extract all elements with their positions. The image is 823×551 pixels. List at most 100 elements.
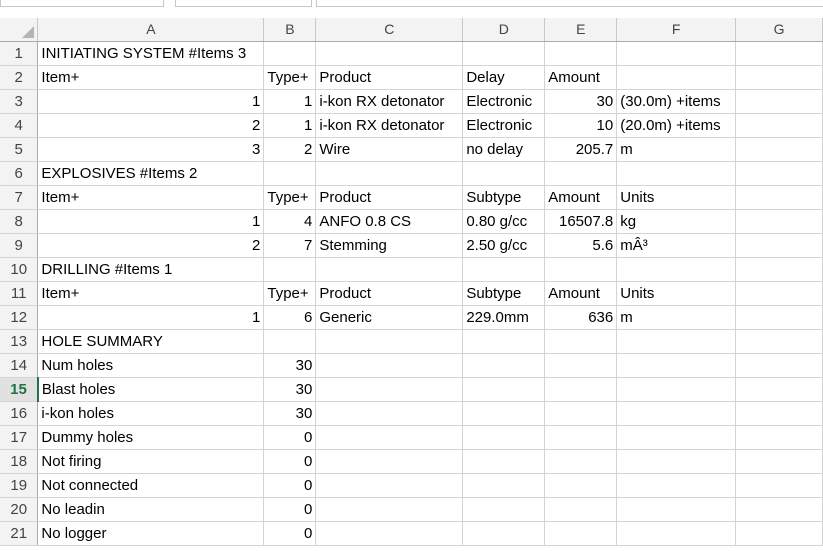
row-header-18[interactable]: 18 xyxy=(0,449,39,474)
cell-e15[interactable] xyxy=(544,377,618,402)
spreadsheet-grid[interactable]: A B C D E F G 1 INITIATING SYSTEM #Items 3 2 Item+… xyxy=(0,18,823,546)
cell-a1[interactable]: INITIATING SYSTEM #Items 3 xyxy=(37,41,265,66)
cell-f19[interactable] xyxy=(616,473,737,498)
cell-g9[interactable] xyxy=(735,233,823,258)
formula-bar-stub[interactable] xyxy=(316,0,823,7)
cell-d20[interactable] xyxy=(462,497,546,522)
cell-e14[interactable] xyxy=(544,353,618,378)
cell-g6[interactable] xyxy=(735,161,823,186)
cell-f7[interactable]: Units xyxy=(616,185,737,210)
cell-g5[interactable] xyxy=(735,137,823,162)
cell-d17[interactable] xyxy=(462,425,546,450)
row-header-10[interactable]: 10 xyxy=(0,257,39,282)
cell-e8[interactable]: 16507.8 xyxy=(544,209,618,234)
cell-d1[interactable] xyxy=(462,41,546,66)
cell-f3[interactable]: (30.0m) +items xyxy=(616,89,737,114)
cell-d10[interactable] xyxy=(462,257,546,282)
cell-b5[interactable]: 2 xyxy=(263,137,317,162)
cell-c18[interactable] xyxy=(315,449,464,474)
cell-f21[interactable] xyxy=(616,521,737,546)
cell-e19[interactable] xyxy=(544,473,618,498)
cell-f13[interactable] xyxy=(616,329,737,354)
cell-f14[interactable] xyxy=(616,353,737,378)
cell-g3[interactable] xyxy=(735,89,823,114)
cell-e13[interactable] xyxy=(544,329,618,354)
cell-g10[interactable] xyxy=(735,257,823,282)
cell-g1[interactable] xyxy=(735,41,823,66)
row-header-15[interactable]: 15 xyxy=(0,377,39,402)
row-header-14[interactable]: 14 xyxy=(0,353,39,378)
cell-g13[interactable] xyxy=(735,329,823,354)
cell-b19[interactable]: 0 xyxy=(263,473,317,498)
cell-g15[interactable] xyxy=(735,377,823,402)
row-header-17[interactable]: 17 xyxy=(0,425,39,450)
cell-f15[interactable] xyxy=(616,377,737,402)
cell-a21[interactable]: No logger xyxy=(37,521,265,546)
cell-c17[interactable] xyxy=(315,425,464,450)
cell-b15[interactable]: 30 xyxy=(263,377,317,402)
column-header-e[interactable]: E xyxy=(544,18,618,42)
row-header-5[interactable]: 5 xyxy=(0,137,39,162)
column-header-a[interactable]: A xyxy=(37,18,265,42)
cell-a15[interactable]: Blast holes xyxy=(37,377,265,402)
cell-d21[interactable] xyxy=(462,521,546,546)
cell-c12[interactable]: Generic xyxy=(315,305,464,330)
row-header-13[interactable]: 13 xyxy=(0,329,39,354)
cell-a17[interactable]: Dummy holes xyxy=(37,425,265,450)
cell-c9[interactable]: Stemming xyxy=(315,233,464,258)
cell-g7[interactable] xyxy=(735,185,823,210)
row-header-2[interactable]: 2 xyxy=(0,65,39,90)
cell-c4[interactable]: i-kon RX detonator xyxy=(315,113,464,138)
cell-f16[interactable] xyxy=(616,401,737,426)
cell-a7[interactable]: Item+ xyxy=(37,185,265,210)
cell-b21[interactable]: 0 xyxy=(263,521,317,546)
cell-c20[interactable] xyxy=(315,497,464,522)
cell-c3[interactable]: i-kon RX detonator xyxy=(315,89,464,114)
cell-b2[interactable]: Type+ xyxy=(263,65,317,90)
cell-b6[interactable] xyxy=(263,161,317,186)
cell-d12[interactable]: 229.0mm xyxy=(462,305,546,330)
row-header-3[interactable]: 3 xyxy=(0,89,39,114)
cell-c16[interactable] xyxy=(315,401,464,426)
cell-f5[interactable]: m xyxy=(616,137,737,162)
cell-a6[interactable]: EXPLOSIVES #Items 2 xyxy=(37,161,265,186)
cell-e5[interactable]: 205.7 xyxy=(544,137,618,162)
cell-b18[interactable]: 0 xyxy=(263,449,317,474)
cell-b10[interactable] xyxy=(263,257,317,282)
cell-c21[interactable] xyxy=(315,521,464,546)
cell-c11[interactable]: Product xyxy=(315,281,464,306)
cell-a16[interactable]: i-kon holes xyxy=(37,401,265,426)
cell-b3[interactable]: 1 xyxy=(263,89,317,114)
cell-c8[interactable]: ANFO 0.8 CS xyxy=(315,209,464,234)
cell-c10[interactable] xyxy=(315,257,464,282)
cell-f1[interactable] xyxy=(616,41,737,66)
cell-f11[interactable]: Units xyxy=(616,281,737,306)
cell-g17[interactable] xyxy=(735,425,823,450)
cell-b1[interactable] xyxy=(263,41,317,66)
cell-e11[interactable]: Amount xyxy=(544,281,618,306)
row-header-9[interactable]: 9 xyxy=(0,233,39,258)
cell-a18[interactable]: Not firing xyxy=(37,449,265,474)
cell-d2[interactable]: Delay xyxy=(462,65,546,90)
cell-e7[interactable]: Amount xyxy=(544,185,618,210)
cell-d15[interactable] xyxy=(462,377,546,402)
cell-b7[interactable]: Type+ xyxy=(263,185,317,210)
cell-a19[interactable]: Not connected xyxy=(37,473,265,498)
cell-a10[interactable]: DRILLING #Items 1 xyxy=(37,257,265,282)
cell-g4[interactable] xyxy=(735,113,823,138)
row-header-6[interactable]: 6 xyxy=(0,161,39,186)
column-header-d[interactable]: D xyxy=(462,18,546,42)
row-header-19[interactable]: 19 xyxy=(0,473,39,498)
row-header-11[interactable]: 11 xyxy=(0,281,39,306)
cell-d16[interactable] xyxy=(462,401,546,426)
cell-g12[interactable] xyxy=(735,305,823,330)
cell-b11[interactable]: Type+ xyxy=(263,281,317,306)
cell-f12[interactable]: m xyxy=(616,305,737,330)
cell-b13[interactable] xyxy=(263,329,317,354)
cell-e2[interactable]: Amount xyxy=(544,65,618,90)
cell-e9[interactable]: 5.6 xyxy=(544,233,618,258)
row-header-4[interactable]: 4 xyxy=(0,113,39,138)
column-header-b[interactable]: B xyxy=(263,18,317,42)
cell-a14[interactable]: Num holes xyxy=(37,353,265,378)
cell-b9[interactable]: 7 xyxy=(263,233,317,258)
